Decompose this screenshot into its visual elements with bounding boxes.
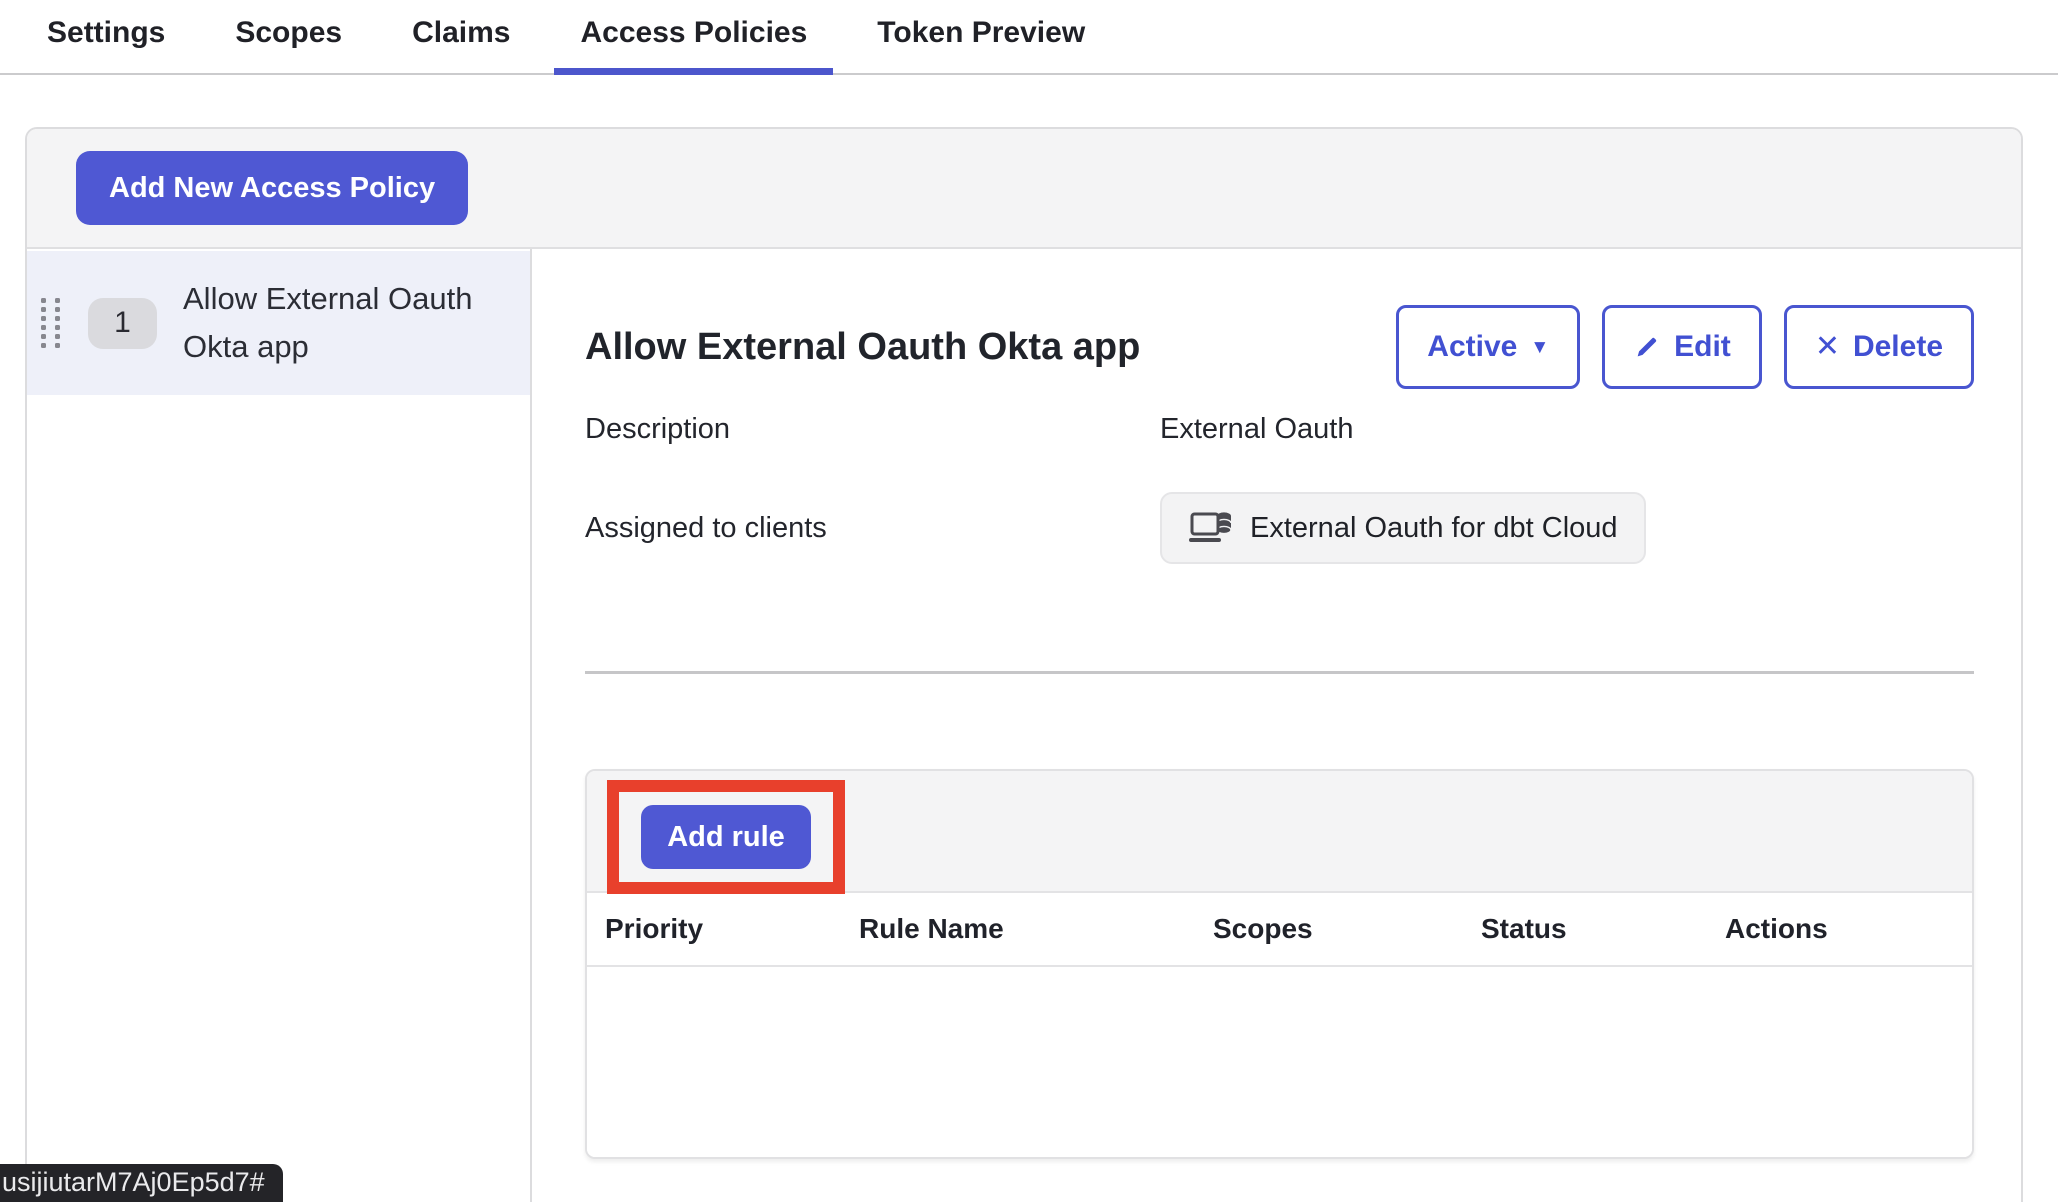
rules-toolbar: Add rule: [587, 771, 1972, 893]
description-row: Description External Oauth: [585, 413, 1974, 446]
edit-policy-button[interactable]: Edit: [1602, 305, 1762, 389]
red-annotation-box: Add rule: [607, 780, 845, 894]
policy-actions: Active ▼ Edit ✕ Delete: [1396, 305, 1974, 389]
policy-title: Allow External Oauth Okta app: [585, 326, 1140, 369]
add-new-access-policy-button[interactable]: Add New Access Policy: [76, 151, 468, 225]
policy-status-dropdown-button[interactable]: Active ▼: [1396, 305, 1580, 389]
tab-token-preview[interactable]: Token Preview: [851, 0, 1111, 73]
policy-list-sidebar: 1 Allow External Oauth Okta app: [27, 249, 532, 1202]
tab-bar: Settings Scopes Claims Access Policies T…: [0, 0, 2058, 75]
policy-status-label: Active: [1427, 330, 1517, 364]
column-scopes: Scopes: [1213, 913, 1481, 945]
section-divider: [585, 671, 1974, 674]
column-rule-name: Rule Name: [859, 913, 1213, 945]
chevron-down-icon: ▼: [1530, 338, 1549, 357]
edit-button-label: Edit: [1674, 330, 1731, 364]
tab-settings[interactable]: Settings: [21, 0, 191, 73]
description-label: Description: [585, 413, 1160, 446]
client-chip[interactable]: External Oauth for dbt Cloud: [1160, 492, 1646, 564]
client-chip-label: External Oauth for dbt Cloud: [1250, 512, 1618, 545]
tab-scopes[interactable]: Scopes: [209, 0, 368, 73]
policies-toolbar: Add New Access Policy: [27, 129, 2021, 249]
assigned-clients-row: Assigned to clients: [585, 492, 1974, 564]
client-device-icon: [1188, 508, 1236, 548]
policy-fields: Description External Oauth Assigned to c…: [585, 413, 1974, 564]
delete-x-icon: ✕: [1815, 332, 1840, 362]
add-rule-button[interactable]: Add rule: [641, 805, 811, 869]
assigned-clients-label: Assigned to clients: [585, 492, 1160, 545]
rules-table-card: Add rule Priority Rule Name Scopes Statu…: [585, 769, 1974, 1159]
access-policies-panel: Add New Access Policy 1 Allow External O…: [25, 127, 2023, 1202]
drag-handle-icon[interactable]: [41, 298, 60, 348]
policy-priority-badge: 1: [88, 298, 157, 349]
policy-detail-panel: Allow External Oauth Okta app Active ▼ E…: [532, 249, 2021, 1202]
rules-table-body-empty: [587, 967, 1972, 1157]
column-status: Status: [1481, 913, 1725, 945]
description-value: External Oauth: [1160, 413, 1974, 446]
tab-access-policies[interactable]: Access Policies: [554, 0, 833, 73]
edit-pencil-icon: [1633, 333, 1661, 361]
delete-button-label: Delete: [1853, 330, 1943, 364]
column-priority: Priority: [605, 913, 859, 945]
rules-table-header: Priority Rule Name Scopes Status Actions: [587, 893, 1972, 967]
column-actions: Actions: [1725, 913, 1972, 945]
policy-name-label: Allow External Oauth Okta app: [183, 275, 530, 371]
policies-body: 1 Allow External Oauth Okta app Allow Ex…: [27, 249, 2021, 1202]
policy-list-item-selected[interactable]: 1 Allow External Oauth Okta app: [27, 251, 530, 395]
delete-policy-button[interactable]: ✕ Delete: [1784, 305, 1974, 389]
policy-detail-header: Allow External Oauth Okta app Active ▼ E…: [585, 305, 1974, 389]
link-preview-tooltip: usijiutarM7Aj0Ep5d7#: [0, 1164, 283, 1202]
tab-claims[interactable]: Claims: [386, 0, 536, 73]
